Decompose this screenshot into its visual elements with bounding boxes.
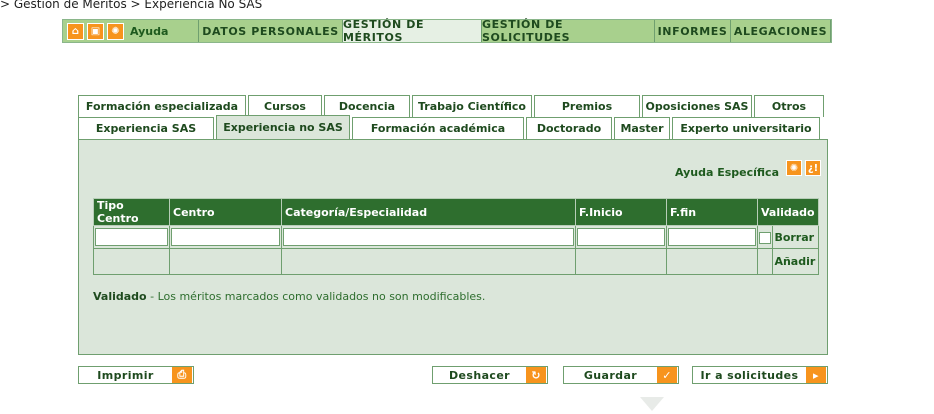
col-validado: Validado [757, 198, 819, 226]
tab-master[interactable]: Master [614, 117, 670, 139]
table-header-row: Tipo Centro Centro Categoría/Especialida… [93, 198, 819, 226]
col-f-inicio: F.Inicio [575, 198, 667, 226]
printer-icon: ⎙ [172, 367, 192, 383]
lock-icon[interactable]: ▣ [87, 23, 104, 40]
home-icon[interactable]: ⌂ [67, 23, 84, 40]
help-group: ⌂ ▣ ✺ Ayuda [63, 20, 199, 42]
col-categoria: Categoría/Especialidad [281, 198, 576, 226]
specific-help-label[interactable]: Ayuda Específica [675, 166, 779, 179]
tab-trabajo-cientifico[interactable]: Trabajo Científico [412, 95, 532, 117]
tab-formacion-especializada[interactable]: Formación especializada [78, 95, 246, 117]
undo-icon: ↻ [526, 367, 546, 383]
top-navigation: ⌂ ▣ ✺ Ayuda DATOS PERSONALES GESTIÓN DE … [62, 18, 832, 44]
table-row: Borrar [93, 225, 819, 249]
tab-experiencia-no-sas[interactable]: Experiencia no SAS [216, 115, 350, 139]
validado-checkbox[interactable] [759, 231, 772, 244]
checkmark-icon: ✓ [657, 367, 677, 383]
save-button-label: Guardar [583, 368, 638, 382]
f-fin-input[interactable] [668, 228, 756, 246]
arrow-right-icon: ▸ [806, 367, 826, 383]
tab-premios[interactable]: Premios [534, 95, 640, 117]
nav-alegaciones[interactable]: ALEGACIONES [731, 20, 831, 42]
tab-oposiciones-sas[interactable]: Oposiciones SAS [642, 95, 752, 117]
f-inicio-input[interactable] [577, 228, 665, 246]
breadcrumb: > Gestión de Méritos > Experiencia No SA… [0, 0, 263, 11]
lightbulb-icon[interactable]: ✺ [786, 160, 802, 176]
print-button[interactable]: Imprimir ⎙ [78, 366, 194, 384]
save-button[interactable]: Guardar ✓ [563, 366, 679, 384]
tab-experiencia-sas[interactable]: Experiencia SAS [78, 117, 214, 139]
table-row-empty: Añadir [93, 248, 819, 275]
add-link[interactable]: Añadir [774, 255, 815, 268]
content-panel: Ayuda Específica ✺ ¿! Tipo Centro Centro… [78, 139, 828, 355]
col-f-fin: F.fin [666, 198, 758, 226]
col-centro: Centro [169, 198, 282, 226]
tab-doctorado[interactable]: Doctorado [526, 117, 612, 139]
categoria-input[interactable] [283, 228, 574, 246]
nav-gestion-solicitudes[interactable]: GESTIÓN DE SOLICITUDES [482, 18, 655, 44]
undo-button[interactable]: Deshacer ↻ [432, 366, 548, 384]
nav-gestion-meritos[interactable]: GESTIÓN DE MÉRITOS [343, 18, 482, 44]
col-tipo-centro: Tipo Centro [93, 198, 170, 226]
go-requests-button-label: Ir a solicitudes [700, 368, 799, 382]
tab-docencia[interactable]: Docencia [324, 95, 410, 117]
validation-note: Validado - Los méritos marcados como val… [93, 290, 485, 303]
centro-input[interactable] [171, 228, 280, 246]
tab-experto-universitario[interactable]: Experto universitario [672, 117, 820, 139]
nav-datos-personales[interactable]: DATOS PERSONALES [199, 20, 343, 42]
print-button-label: Imprimir [97, 368, 154, 382]
validation-note-text: - Los méritos marcados como validados no… [146, 290, 486, 303]
help-question-icon[interactable]: ¿! [805, 160, 821, 176]
delete-link[interactable]: Borrar [774, 231, 814, 244]
validation-note-label: Validado [93, 290, 147, 303]
tab-row-2: Experiencia SAS Experiencia no SAS Forma… [78, 115, 820, 139]
merits-table: Tipo Centro Centro Categoría/Especialida… [93, 198, 819, 275]
tab-formacion-academica[interactable]: Formación académica [352, 117, 524, 139]
nav-informes[interactable]: INFORMES [655, 20, 731, 42]
tab-cursos[interactable]: Cursos [248, 95, 322, 117]
decorative-shadow [640, 397, 664, 411]
help-link[interactable]: Ayuda [130, 25, 168, 42]
tab-otros[interactable]: Otros [754, 95, 824, 117]
undo-button-label: Deshacer [449, 368, 510, 382]
tab-row-1: Formación especializada Cursos Docencia … [78, 95, 824, 117]
lightbulb-icon[interactable]: ✺ [107, 23, 124, 40]
tipo-centro-input[interactable] [95, 228, 168, 246]
go-requests-button[interactable]: Ir a solicitudes ▸ [692, 366, 828, 384]
